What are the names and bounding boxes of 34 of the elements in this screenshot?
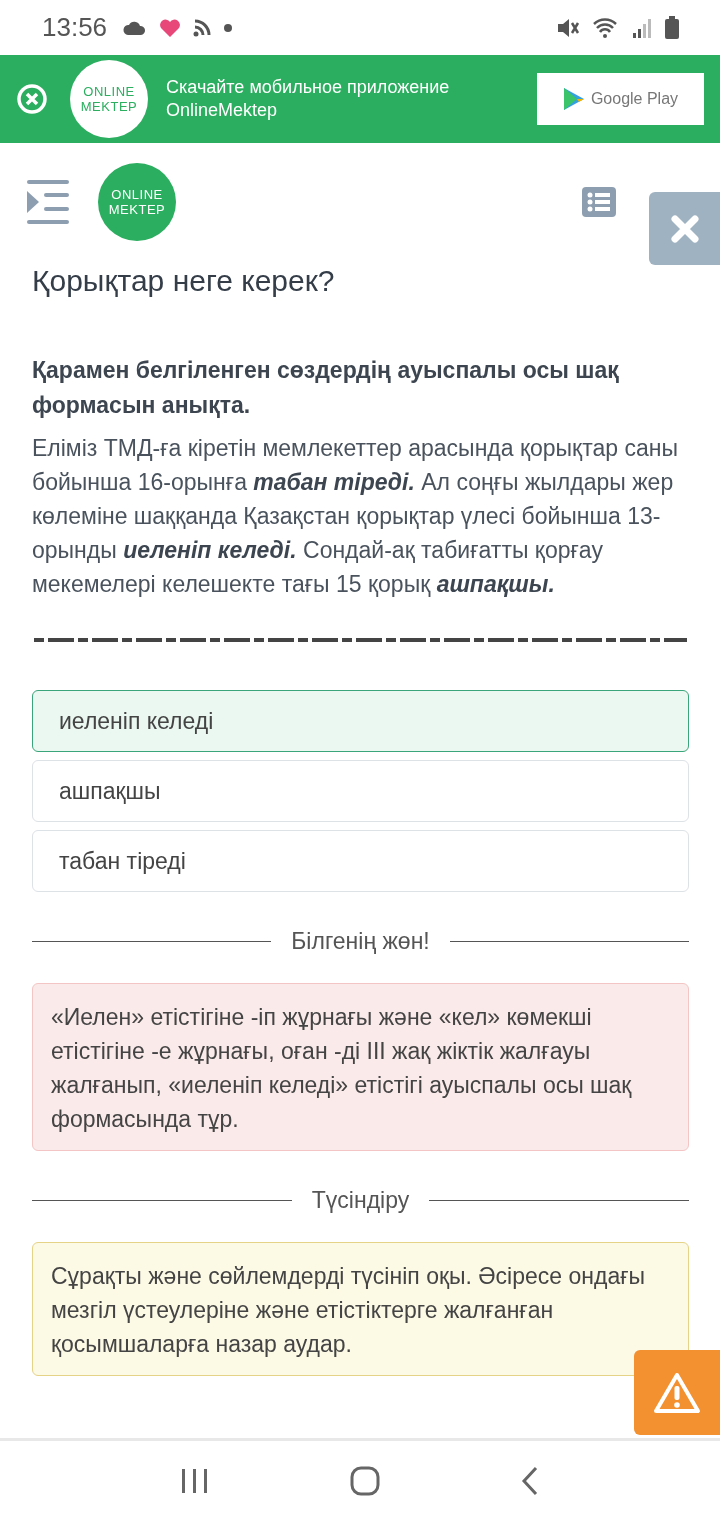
menu-icon[interactable] <box>26 180 72 224</box>
report-button[interactable] <box>634 1350 720 1435</box>
answer-option[interactable]: иеленіп келеді <box>32 690 689 752</box>
feedback-text: «Иелен» етістігіне -іп жұрнағы және «кел» көмекші етістігіне -е жұрнағы, оған -ді ІІІ жақ жіктік жалғауы жалғанып, «иеленіп келеді» етістігі ауыспалы осы шақ формасында тұр. <box>32 983 689 1151</box>
answer-option[interactable]: табан тіреді <box>32 830 689 892</box>
dot-icon <box>223 22 234 33</box>
logo-text: MEKTEP <box>80 99 138 114</box>
answer-option[interactable]: ашпақшы <box>32 760 689 822</box>
rss-icon <box>193 18 212 37</box>
battery-icon <box>664 15 680 40</box>
section-heading: Білгенің жөн! <box>291 928 430 955</box>
home-icon[interactable] <box>349 1464 381 1497</box>
status-time: 13:56 <box>42 12 108 43</box>
list-icon[interactable] <box>582 187 616 217</box>
logo-text: ONLINE <box>111 187 163 202</box>
page-title: Қорықтар неге керек? <box>32 263 336 299</box>
heart-icon <box>159 17 182 38</box>
google-play-button[interactable]: Google Play <box>537 73 704 125</box>
mute-icon <box>556 16 580 39</box>
explanation-text: Сұрақты және сөйлемдерді түсініп оқы. Әсіресе ондағы мезгіл үстеулеріне және етістіктерге жалғанған қосымшаларға назар аудар. <box>32 1242 689 1376</box>
passage-text: Еліміз ТМД-ға кіретін мемлекеттер арасында қорықтар саны бойынша 16-орынға табан тіреді. Ал соңғы жылдары жер көлеміне шаққанда Қазақстан қорықтар үлесі бойынша 13-орынды иеленіп келеді. Сондай-ақ табиғатты қорғау мекемелері келешекте тағы 15 қорық ашпақшы. <box>32 434 679 599</box>
question-text: Қарамен белгіленген сөздердің ауыспалы осы шақ формасын анықта. <box>32 356 620 420</box>
warning-icon <box>653 1371 701 1414</box>
close-icon[interactable] <box>16 83 48 115</box>
cloud-icon <box>123 19 148 36</box>
play-icon <box>562 87 585 111</box>
recent-apps-icon[interactable] <box>179 1466 210 1495</box>
signal-icon <box>632 16 652 39</box>
section-heading: Түсіндіру <box>311 1187 410 1214</box>
close-icon <box>669 213 700 244</box>
banner-text: Скачайте мобильное приложение OnlineMektep <box>166 76 451 122</box>
logo-text: ONLINE <box>83 84 135 99</box>
close-button[interactable] <box>649 192 720 265</box>
logo-text: MEKTEP <box>108 202 166 217</box>
